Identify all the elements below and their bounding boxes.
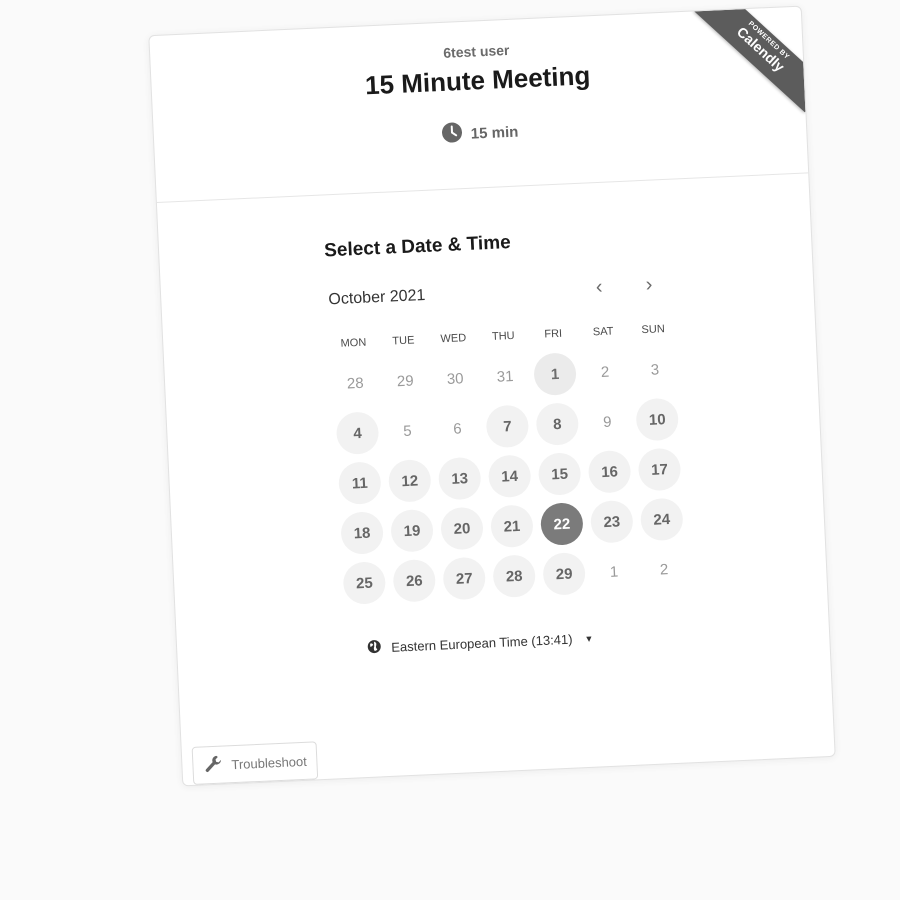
unavailable-day: 1 bbox=[609, 562, 619, 581]
day-cell: 2 bbox=[638, 543, 690, 595]
day-cell: 2 bbox=[579, 346, 631, 398]
selected-day-button[interactable]: 22 bbox=[539, 502, 584, 546]
month-label: October 2021 bbox=[328, 286, 426, 309]
weekday-label: MON bbox=[340, 336, 367, 350]
day-cell: 4 bbox=[331, 407, 383, 459]
unavailable-day: 30 bbox=[446, 369, 464, 388]
unavailable-day: 6 bbox=[452, 419, 462, 438]
day-cell: 16 bbox=[583, 446, 635, 498]
day-cell: 23 bbox=[586, 496, 638, 548]
day-cell: 22 bbox=[536, 498, 588, 550]
duration-label: 15 min bbox=[470, 123, 519, 143]
next-month-button[interactable]: › bbox=[636, 271, 663, 298]
day-button[interactable]: 12 bbox=[387, 458, 432, 503]
weekday-label: WED bbox=[440, 332, 467, 346]
day-cell: 11 bbox=[334, 457, 386, 509]
day-cell: 7 bbox=[481, 400, 533, 452]
chevron-left-icon: ‹ bbox=[595, 275, 603, 298]
unavailable-day: 5 bbox=[402, 422, 413, 440]
day-cell: 3 bbox=[629, 343, 681, 395]
day-button[interactable]: 1 bbox=[533, 352, 578, 397]
unavailable-day: 28 bbox=[346, 374, 364, 393]
day-grid: 28 29 30 31 1 2 3 4 5 6 7 8 9 10 11 12 13 14 15 16 17 18 19 20 2… bbox=[329, 343, 695, 609]
day-button[interactable]: 19 bbox=[390, 508, 434, 553]
troubleshoot-button[interactable]: Troubleshoot bbox=[191, 741, 319, 785]
day-button[interactable]: 16 bbox=[587, 449, 632, 494]
day-button[interactable]: 28 bbox=[492, 554, 537, 599]
day-cell: 29 bbox=[379, 355, 431, 407]
day-button[interactable]: 25 bbox=[342, 561, 387, 605]
day-button[interactable]: 8 bbox=[535, 402, 580, 446]
day-cell: 19 bbox=[386, 505, 438, 557]
wrench-icon bbox=[203, 753, 224, 777]
clock-icon bbox=[441, 122, 462, 147]
day-cell: 6 bbox=[431, 402, 483, 454]
globe-icon bbox=[367, 639, 382, 657]
weekday-label: SAT bbox=[592, 325, 614, 339]
weekday-label: SUN bbox=[641, 323, 666, 337]
calendar-grid: MON TUE WED THU FRI SAT SUN 28 29 30 31 1 2 3 4 5 6 7 8 9 1… bbox=[328, 317, 695, 609]
unavailable-day: 2 bbox=[600, 363, 610, 381]
day-cell: 27 bbox=[438, 552, 490, 604]
day-cell: 15 bbox=[534, 448, 586, 500]
weekday-label: FRI bbox=[544, 327, 563, 341]
unavailable-day: 9 bbox=[602, 413, 612, 431]
unavailable-day: 29 bbox=[396, 372, 414, 390]
day-cell: 30 bbox=[429, 353, 481, 405]
day-cell: 28 bbox=[488, 550, 540, 602]
day-button[interactable]: 18 bbox=[340, 511, 385, 555]
day-cell: 26 bbox=[388, 555, 440, 607]
day-cell: 18 bbox=[336, 507, 388, 559]
day-cell: 25 bbox=[338, 557, 390, 609]
weekday-label: THU bbox=[491, 329, 515, 343]
unavailable-day: 31 bbox=[496, 367, 514, 386]
prev-month-button[interactable]: ‹ bbox=[586, 273, 613, 300]
day-button[interactable]: 26 bbox=[392, 558, 437, 603]
day-button[interactable]: 7 bbox=[485, 404, 530, 449]
day-cell: 29 bbox=[538, 548, 590, 600]
weekday-label: TUE bbox=[392, 334, 415, 348]
day-cell: 20 bbox=[436, 502, 488, 554]
day-button[interactable]: 24 bbox=[639, 497, 684, 542]
day-cell: 21 bbox=[486, 500, 538, 552]
page-background: 6test user 15 Minute Meeting 15 min POWE… bbox=[0, 0, 900, 900]
timezone-selector[interactable]: Eastern European Time (13:41) ▼ bbox=[367, 630, 594, 657]
day-cell: 13 bbox=[434, 452, 486, 504]
day-cell: 8 bbox=[531, 398, 583, 450]
event-header: 6test user 15 Minute Meeting 15 min POWE… bbox=[149, 6, 809, 204]
day-button[interactable]: 14 bbox=[487, 454, 532, 499]
day-cell: 10 bbox=[631, 393, 683, 445]
day-cell: 5 bbox=[381, 405, 433, 457]
picker-title: Select a Date & Time bbox=[323, 232, 512, 262]
unavailable-day: 3 bbox=[650, 360, 660, 379]
day-cell: 24 bbox=[636, 493, 688, 545]
day-cell: 28 bbox=[329, 357, 381, 409]
day-cell: 14 bbox=[484, 450, 536, 502]
day-button[interactable]: 20 bbox=[440, 506, 484, 551]
day-cell: 1 bbox=[529, 348, 581, 400]
timezone-label: Eastern European Time (13:41) bbox=[390, 631, 573, 655]
day-button[interactable]: 23 bbox=[589, 499, 634, 544]
day-cell: 12 bbox=[384, 455, 436, 507]
powered-by-ribbon[interactable]: POWERED BY Calendly bbox=[691, 6, 806, 122]
day-button[interactable]: 27 bbox=[442, 556, 487, 601]
day-button[interactable]: 17 bbox=[637, 447, 682, 492]
day-cell: 17 bbox=[633, 443, 685, 495]
chevron-right-icon: › bbox=[645, 273, 653, 296]
day-cell: 1 bbox=[588, 546, 640, 598]
caret-down-icon: ▼ bbox=[584, 633, 594, 644]
scheduling-card: 6test user 15 Minute Meeting 15 min POWE… bbox=[148, 5, 836, 787]
day-button[interactable]: 15 bbox=[537, 452, 582, 496]
unavailable-day: 2 bbox=[659, 560, 669, 579]
day-button[interactable]: 11 bbox=[337, 461, 382, 506]
day-button[interactable]: 4 bbox=[335, 411, 380, 456]
day-button[interactable]: 29 bbox=[542, 551, 587, 596]
day-cell: 9 bbox=[581, 396, 633, 448]
day-button[interactable]: 10 bbox=[635, 397, 680, 442]
day-button[interactable]: 13 bbox=[437, 456, 482, 501]
troubleshoot-label: Troubleshoot bbox=[231, 753, 308, 772]
day-button[interactable]: 21 bbox=[489, 504, 534, 549]
day-cell: 31 bbox=[479, 350, 531, 402]
